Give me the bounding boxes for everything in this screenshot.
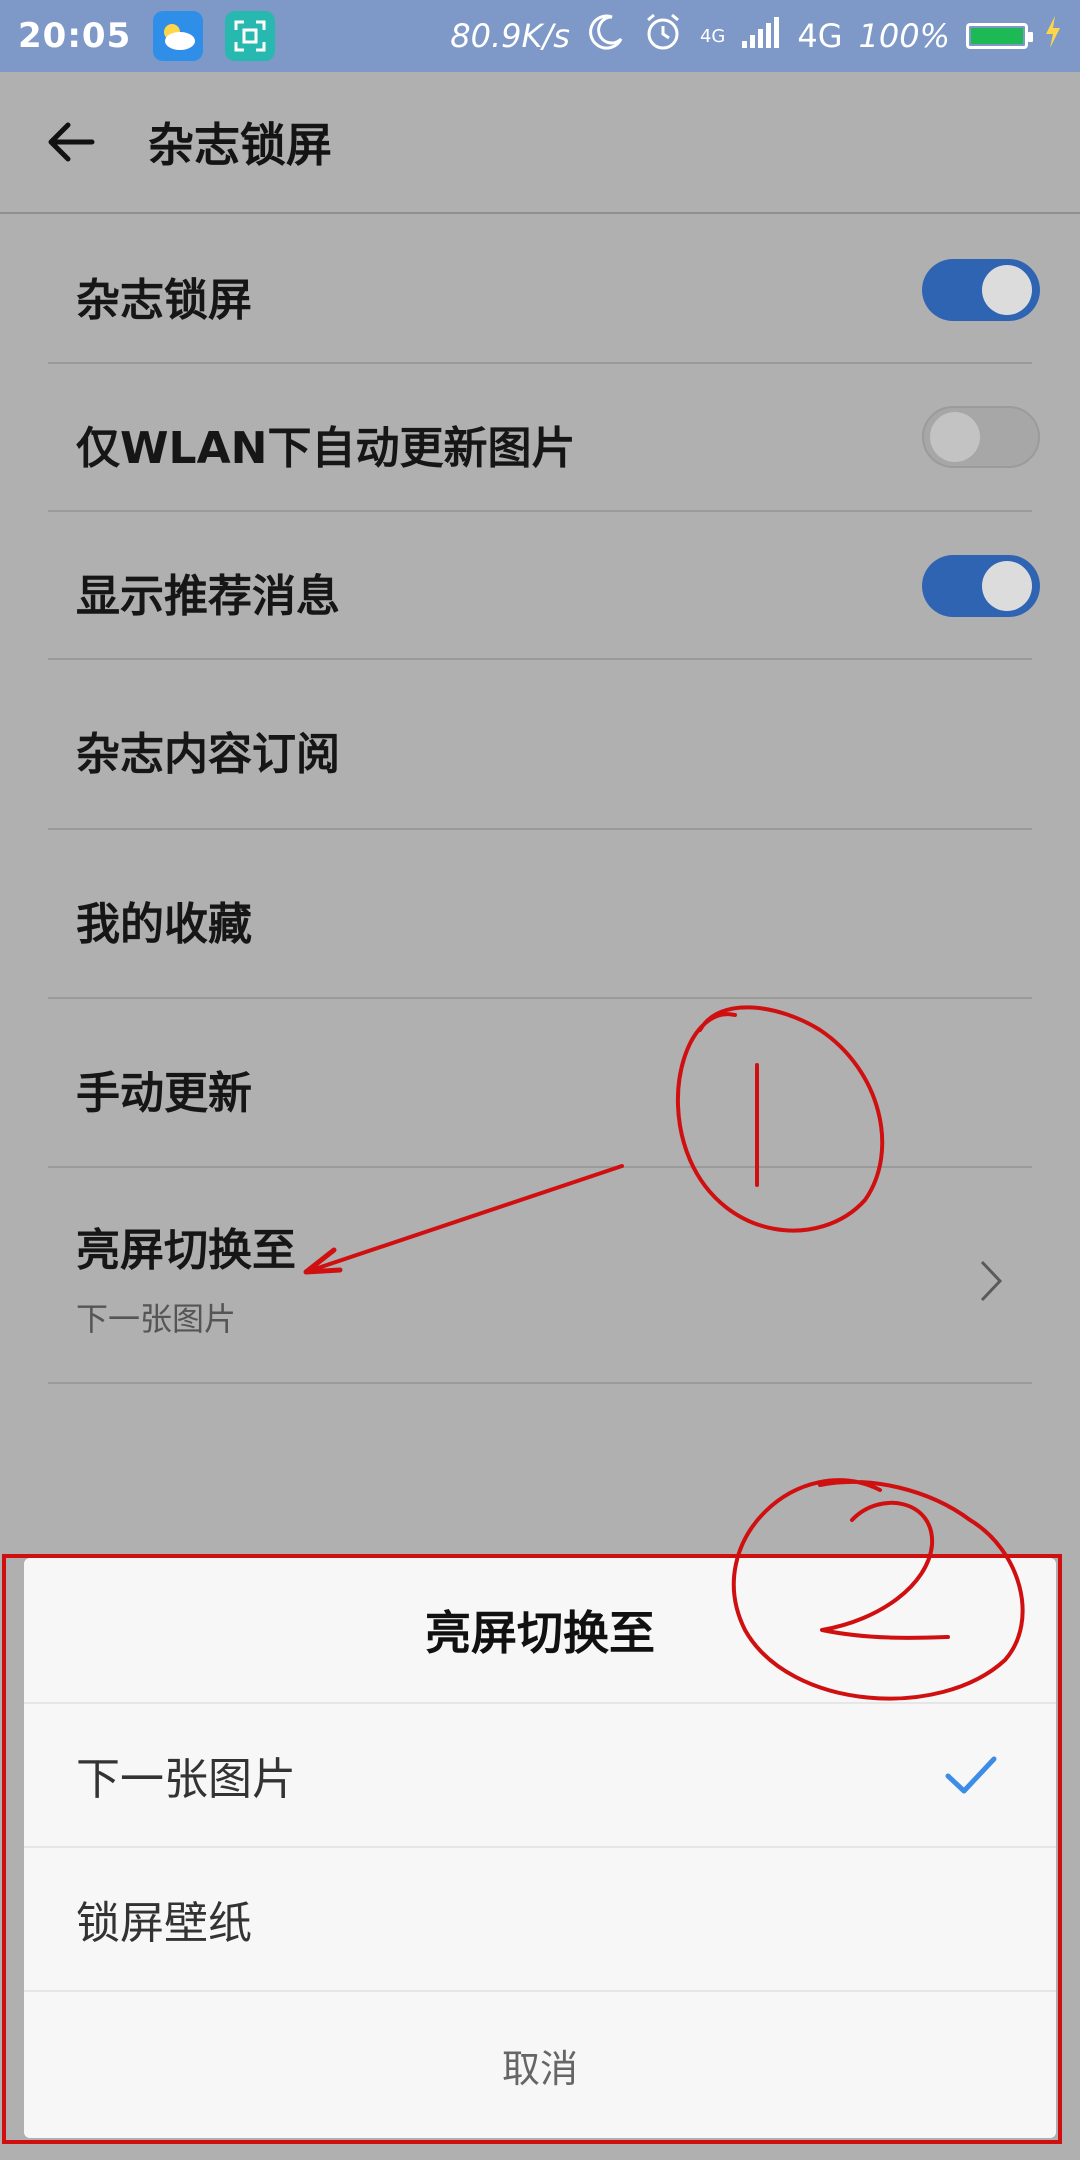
status-time: 20:05 xyxy=(18,16,132,56)
magazine-lock-toggle[interactable] xyxy=(922,259,1040,321)
scan-app-icon xyxy=(225,11,276,61)
setting-label: 手动更新 xyxy=(76,1068,252,1119)
option-sheet: 亮屏切换至 下一张图片 锁屏壁纸 取消 xyxy=(24,1558,1056,2138)
battery-level xyxy=(971,28,1023,44)
setting-subscription[interactable]: 杂志内容订阅 xyxy=(48,660,1032,830)
battery-percent: 100% xyxy=(858,17,950,55)
sheet-option-next-image[interactable]: 下一张图片 xyxy=(24,1704,1056,1848)
setting-favorites[interactable]: 我的收藏 xyxy=(48,830,1032,999)
setting-screen-switch[interactable]: 亮屏切换至 下一张图片 xyxy=(48,1168,1032,1384)
settings-list: 杂志锁屏 仅WLAN下自动更新图片 显示推荐消息 杂志内容订阅 我的收藏 手动更… xyxy=(0,216,1080,1384)
option-label: 下一张图片 xyxy=(76,1754,296,1805)
setting-label: 仅WLAN下自动更新图片 xyxy=(76,423,576,474)
setting-label: 亮屏切换至 xyxy=(76,1225,296,1276)
alarm-icon xyxy=(642,11,684,62)
title-bar: 杂志锁屏 xyxy=(0,72,1080,214)
sheet-title: 亮屏切换至 xyxy=(24,1558,1056,1704)
setting-magazine-lock[interactable]: 杂志锁屏 xyxy=(48,216,1040,364)
moon-icon xyxy=(586,12,626,61)
setting-label: 显示推荐消息 xyxy=(76,571,340,622)
setting-label: 杂志锁屏 xyxy=(76,275,252,326)
check-icon xyxy=(944,1754,998,1796)
charging-icon xyxy=(1044,15,1062,58)
screen: 20:05 80.9K/s 4G 4G 100% 杂志锁屏 杂志锁屏 仅WLAN… xyxy=(0,0,1080,2160)
arrow-left-icon[interactable] xyxy=(44,114,100,170)
setting-value: 下一张图片 xyxy=(76,1300,237,1338)
network-small-label: 4G xyxy=(699,25,726,47)
page-title: 杂志锁屏 xyxy=(148,118,332,172)
setting-manual-update[interactable]: 手动更新 xyxy=(48,999,1032,1168)
sheet-option-lock-wallpaper[interactable]: 锁屏壁纸 xyxy=(24,1848,1056,1992)
weather-app-icon xyxy=(153,11,204,61)
setting-label: 杂志内容订阅 xyxy=(76,729,340,780)
battery-icon xyxy=(966,23,1033,49)
setting-show-recommend[interactable]: 显示推荐消息 xyxy=(48,512,1040,660)
chevron-right-icon xyxy=(978,1258,1004,1304)
cancel-button[interactable]: 取消 xyxy=(24,1992,1056,2138)
show-recommend-toggle[interactable] xyxy=(922,555,1040,617)
signal-icon xyxy=(741,15,781,58)
setting-wlan-only[interactable]: 仅WLAN下自动更新图片 xyxy=(48,364,1040,512)
wlan-only-toggle[interactable] xyxy=(922,406,1040,468)
option-label: 锁屏壁纸 xyxy=(76,1898,252,1949)
setting-label: 我的收藏 xyxy=(76,899,252,950)
network-type: 4G xyxy=(797,17,843,55)
net-speed: 80.9K/s xyxy=(450,17,570,55)
status-bar: 20:05 80.9K/s 4G 4G 100% xyxy=(0,0,1080,72)
